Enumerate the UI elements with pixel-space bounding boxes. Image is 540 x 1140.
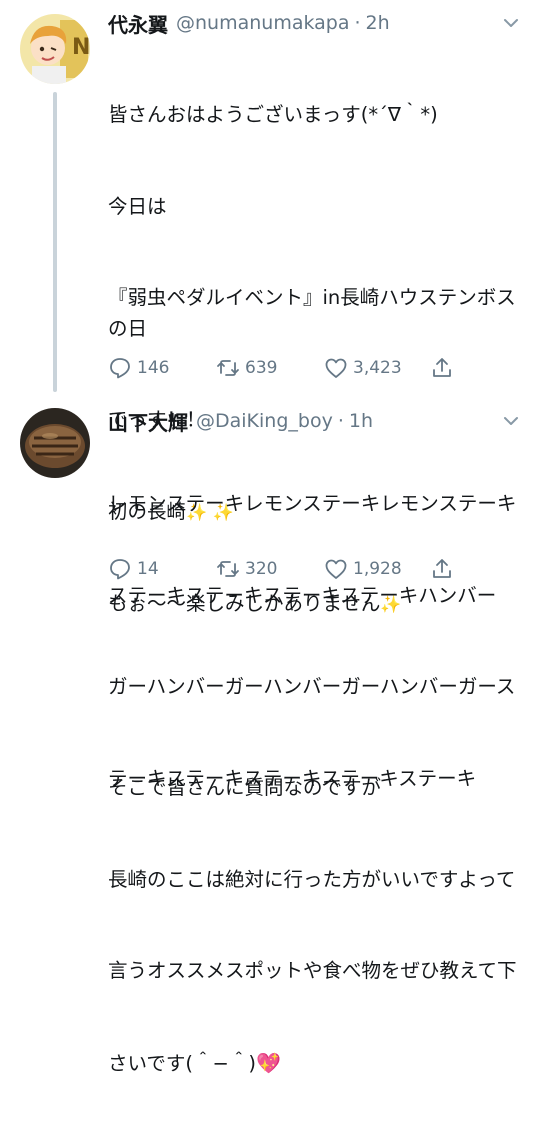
avatar[interactable]: N xyxy=(20,14,90,84)
reply-button[interactable]: 14 xyxy=(108,555,159,583)
reply-icon xyxy=(110,559,130,580)
user-handle[interactable]: @numanumakapa xyxy=(176,12,350,34)
retweet-button[interactable]: 320 xyxy=(216,555,277,583)
tweet-line: 長崎のここは絶対に行った方がいいですよって xyxy=(108,867,516,891)
tweet-line: 言うオススメスポットや食べ物をぜひ教えて下 xyxy=(108,959,517,982)
share-icon xyxy=(433,559,451,578)
share-button[interactable] xyxy=(430,555,459,583)
timestamp[interactable]: 2h xyxy=(366,12,390,34)
tweet-line: ガーハンバーガーハンバーガーハンバーガース xyxy=(108,675,516,698)
reply-count: 146 xyxy=(137,358,170,378)
tweet-2[interactable]: 山下大輝 @DaiKing_boy · 1h レモンステーキレモンステーキレモン… xyxy=(0,395,540,790)
reply-icon xyxy=(110,358,130,379)
display-name[interactable]: 代永翼 xyxy=(108,9,168,38)
avatar-image xyxy=(20,408,90,478)
tweet-1[interactable]: N 代永翼 @numanumakapa · 2h 皆さんおはようございまっす(*… xyxy=(0,0,540,1075)
retweet-count: 639 xyxy=(245,358,278,378)
tweet-actions: 146 639 3,423 xyxy=(108,354,528,382)
retweet-icon xyxy=(217,561,239,577)
avatar[interactable] xyxy=(20,408,90,478)
sparkling-heart-emoji-icon: 💖 xyxy=(255,1050,281,1075)
retweet-count: 320 xyxy=(245,559,278,579)
tweet-line: テーキステーキステーキステーキステーキ xyxy=(108,766,477,790)
share-icon xyxy=(433,358,451,377)
tweet-header: 代永翼 @numanumakapa · 2h xyxy=(108,8,390,38)
like-button[interactable]: 1,928 xyxy=(324,555,402,583)
like-button[interactable]: 3,423 xyxy=(324,354,402,382)
retweet-button[interactable]: 639 xyxy=(216,354,277,382)
tweet-text: レモンステーキレモンステーキレモンステーキ ステーキステーキステーキステーキハン… xyxy=(108,428,528,855)
tweet-line: 『弱虫ペダルイベント』in長崎ハウステンボスの日 xyxy=(108,286,516,340)
reply-button[interactable]: 146 xyxy=(108,354,169,382)
tweet-line: ステーキステーキステーキステーキハンバー xyxy=(108,583,497,607)
share-button[interactable] xyxy=(430,354,459,382)
avatar-image: N xyxy=(20,14,90,84)
like-count: 3,423 xyxy=(353,358,402,378)
thread-line xyxy=(53,92,57,392)
tweet-line-wrap: さいです(＾−＾)💖 xyxy=(108,1048,528,1080)
tweet-line: さいです(＾−＾) xyxy=(108,1051,256,1075)
separator: · xyxy=(354,12,361,34)
tweet-line: 皆さんおはようございまっす(*´∇｀*) xyxy=(108,103,438,126)
tweet-line: レモンステーキレモンステーキレモンステーキ xyxy=(108,492,517,515)
chevron-down-icon[interactable] xyxy=(502,14,520,32)
like-icon xyxy=(325,358,347,378)
reply-count: 14 xyxy=(137,559,159,579)
tweet-line: 今日は xyxy=(108,194,167,218)
like-count: 1,928 xyxy=(353,559,402,579)
like-icon xyxy=(325,559,347,579)
svg-text:N: N xyxy=(72,35,90,60)
retweet-icon xyxy=(217,360,239,376)
tweet-actions: 14 320 1,928 xyxy=(108,555,528,583)
